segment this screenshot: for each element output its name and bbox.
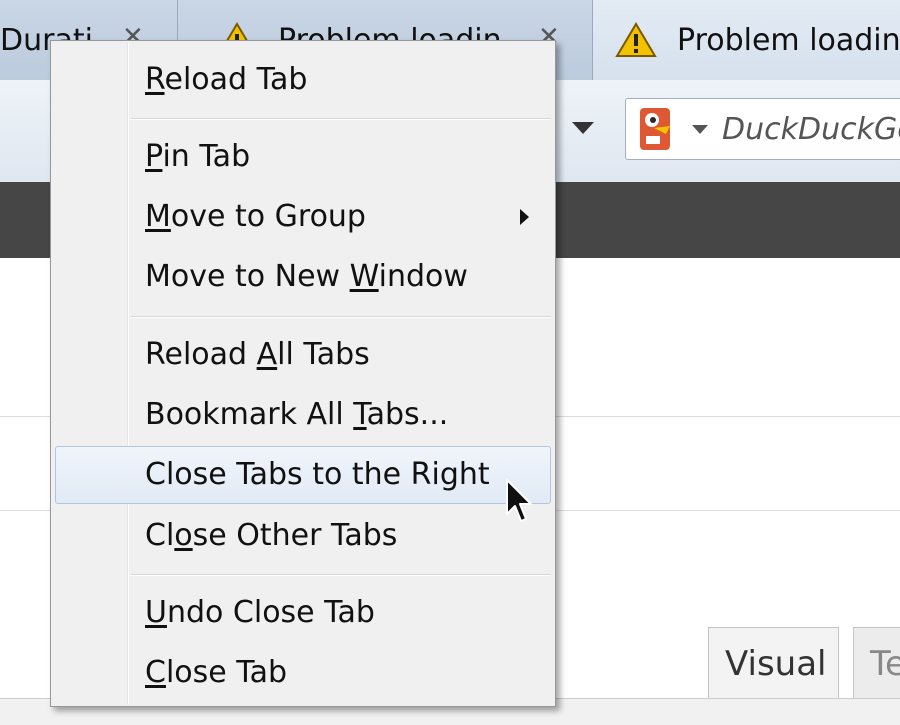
menu-separator (131, 316, 551, 318)
menu-item-close-other-tabs[interactable]: Close Other Tabs (55, 507, 551, 565)
menu-item-bookmark-all-tabs[interactable]: Bookmark All Tabs... (55, 386, 551, 444)
menu-separator (131, 574, 551, 576)
menu-item-undo-close-tab[interactable]: Undo Close Tab (55, 584, 551, 642)
menu-item-reload-tab[interactable]: Reload Tab (55, 51, 551, 109)
menu-item-close-tabs-to-the-right[interactable]: Close Tabs to the Right (55, 446, 551, 504)
tab-label: Problem loadin (677, 22, 900, 58)
tab-problem-loading-2[interactable]: Problem loadin (593, 0, 900, 80)
submenu-arrow-icon (520, 209, 529, 225)
menu-item-pin-tab[interactable]: Pin Tab (55, 128, 551, 186)
mouse-cursor-icon (506, 479, 532, 522)
tab-context-menu: Reload Tab Pin Tab Move to Group Move to… (50, 40, 556, 707)
chevron-down-icon[interactable] (692, 124, 708, 134)
menu-item-close-tab[interactable]: Close Tab (55, 644, 551, 702)
duckduckgo-icon[interactable] (636, 106, 682, 152)
search-input[interactable]: DuckDuckGo (625, 98, 900, 160)
tab-visual[interactable]: Visual (708, 627, 839, 699)
menu-item-move-to-new-window[interactable]: Move to New Window (55, 248, 551, 306)
search-placeholder: DuckDuckGo (722, 111, 900, 147)
menu-item-reload-all-tabs[interactable]: Reload All Tabs (55, 326, 551, 384)
tab-text[interactable]: Te (853, 627, 900, 699)
menu-item-move-to-group[interactable]: Move to Group (55, 188, 551, 246)
menu-separator (131, 118, 551, 120)
chevron-down-icon[interactable] (572, 122, 594, 134)
warning-icon (615, 22, 657, 57)
